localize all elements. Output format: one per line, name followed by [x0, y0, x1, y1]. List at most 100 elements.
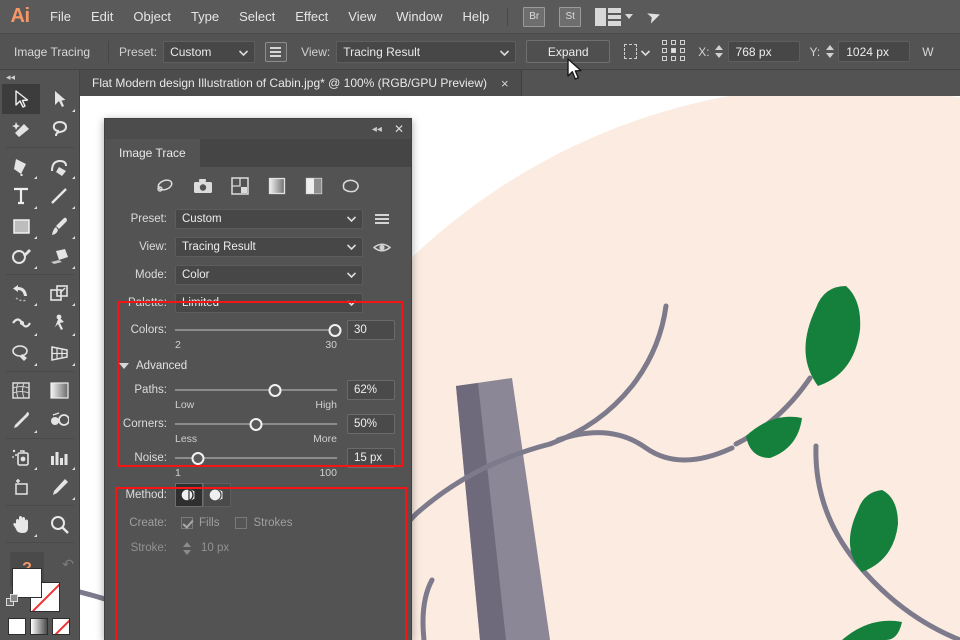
perspective-grid-tool[interactable]: [40, 338, 78, 368]
mesh-tool[interactable]: [2, 375, 40, 405]
triangle-down-icon: [119, 363, 129, 369]
chevron-down-icon[interactable]: [625, 14, 633, 19]
grayscale-icon[interactable]: [267, 176, 287, 196]
panel-body: Preset: Custom View: Tracing Result: [105, 205, 411, 561]
menu-item-type[interactable]: Type: [181, 0, 229, 34]
magic-wand-tool[interactable]: [2, 114, 40, 144]
y-input[interactable]: 1024 px: [838, 41, 910, 62]
menu-item-file[interactable]: File: [40, 0, 81, 34]
menu-item-view[interactable]: View: [338, 0, 386, 34]
free-transform-tool[interactable]: [40, 308, 78, 338]
reference-point-icon[interactable]: [662, 40, 688, 64]
close-panel-icon[interactable]: ✕: [394, 122, 404, 136]
menu-item-effect[interactable]: Effect: [285, 0, 338, 34]
stock-button[interactable]: St: [559, 7, 581, 27]
blend-tool[interactable]: [40, 405, 78, 435]
corners-value-input[interactable]: 50%: [347, 414, 395, 434]
line-segment-tool[interactable]: [40, 181, 78, 211]
colors-slider-track[interactable]: [175, 322, 337, 338]
shape-builder-tool[interactable]: [2, 338, 40, 368]
noise-min-label: 1: [175, 467, 181, 479]
corners-slider-track[interactable]: [175, 416, 337, 432]
noise-slider-knob[interactable]: [191, 452, 204, 465]
gradient-tool[interactable]: [40, 375, 78, 405]
advanced-section-header[interactable]: Advanced: [105, 355, 411, 377]
type-tool[interactable]: [2, 181, 40, 211]
width-tool[interactable]: [2, 308, 40, 338]
abutting-method-icon[interactable]: [175, 483, 203, 507]
tab-image-trace[interactable]: Image Trace: [105, 139, 200, 167]
panel-mode-dropdown[interactable]: Color: [175, 265, 363, 285]
selection-tool[interactable]: [2, 84, 40, 114]
preset-dropdown[interactable]: Custom: [163, 41, 255, 63]
collapse-panel-icon[interactable]: ◂◂: [372, 124, 382, 135]
y-stepper[interactable]: [824, 42, 835, 62]
strokes-checkbox[interactable]: [235, 517, 247, 529]
arrange-documents-icon[interactable]: [595, 8, 621, 26]
stroke-stepper[interactable]: [181, 538, 192, 558]
corners-slider-knob[interactable]: [250, 418, 263, 431]
paintbrush-tool[interactable]: [40, 211, 78, 241]
paths-value-input[interactable]: 62%: [347, 380, 395, 400]
default-fill-stroke-icon[interactable]: [6, 594, 20, 608]
document-tab[interactable]: Flat Modern design Illustration of Cabin…: [80, 70, 522, 96]
x-stepper[interactable]: [714, 42, 725, 62]
paths-slider-knob[interactable]: [269, 384, 282, 397]
zoom-tool[interactable]: [40, 509, 78, 539]
menu-bar: Ai File Edit Object Type Select Effect V…: [0, 0, 960, 34]
eyedropper-tool[interactable]: [2, 405, 40, 435]
fills-checkbox[interactable]: [181, 517, 193, 529]
column-graph-tool[interactable]: [40, 442, 78, 472]
color-swatch-button[interactable]: [8, 618, 26, 635]
symbol-sprayer-tool[interactable]: [2, 442, 40, 472]
noise-value-input[interactable]: 15 px: [347, 448, 395, 468]
toolbar-grip[interactable]: ◂◂: [0, 70, 79, 84]
colors-value-input[interactable]: 30: [347, 320, 395, 340]
shaper-tool[interactable]: [2, 241, 40, 271]
slice-tool[interactable]: [40, 472, 78, 502]
menu-item-edit[interactable]: Edit: [81, 0, 123, 34]
scale-tool[interactable]: [40, 278, 78, 308]
curvature-tool[interactable]: [40, 151, 78, 181]
black-and-white-icon[interactable]: [304, 176, 324, 196]
outline-icon[interactable]: [341, 176, 361, 196]
noise-slider-track[interactable]: [175, 450, 337, 466]
stroke-value[interactable]: 10 px: [201, 542, 229, 554]
artboard-tool[interactable]: [2, 472, 40, 502]
low-color-icon[interactable]: [230, 176, 250, 196]
preset-menu-icon[interactable]: [369, 214, 395, 224]
transform-bounds-icon[interactable]: [624, 41, 650, 63]
high-color-icon[interactable]: [193, 176, 213, 196]
panel-palette-label: Palette:: [119, 297, 175, 309]
default-colors-icon[interactable]: ↶: [62, 556, 74, 573]
menu-item-help[interactable]: Help: [452, 0, 499, 34]
colors-slider-knob[interactable]: [329, 324, 342, 337]
lasso-tool[interactable]: [40, 114, 78, 144]
trace-panel-icon[interactable]: [265, 42, 287, 62]
menu-item-select[interactable]: Select: [229, 0, 285, 34]
menu-item-window[interactable]: Window: [386, 0, 452, 34]
view-dropdown[interactable]: Tracing Result: [336, 41, 516, 63]
close-icon[interactable]: ×: [501, 76, 509, 91]
auto-color-icon[interactable]: [156, 176, 176, 196]
pen-tool[interactable]: [2, 151, 40, 181]
bridge-button[interactable]: Br: [523, 7, 545, 27]
stroke-row: Stroke: 10 px: [105, 535, 411, 561]
eraser-tool[interactable]: [40, 241, 78, 271]
rotate-tool[interactable]: [2, 278, 40, 308]
paths-slider-track[interactable]: [175, 382, 337, 398]
rectangle-tool[interactable]: [2, 211, 40, 241]
w-label: W: [922, 45, 933, 59]
preview-eye-icon[interactable]: [369, 242, 395, 253]
gradient-swatch-button[interactable]: [30, 618, 48, 635]
direct-selection-tool[interactable]: [40, 84, 78, 114]
none-swatch-button[interactable]: [52, 618, 70, 635]
hand-tool[interactable]: [2, 509, 40, 539]
x-input[interactable]: 768 px: [728, 41, 800, 62]
panel-palette-dropdown[interactable]: Limited: [175, 293, 363, 313]
rocket-icon[interactable]: ➤: [644, 5, 664, 29]
panel-view-dropdown[interactable]: Tracing Result: [175, 237, 363, 257]
overlapping-method-icon[interactable]: [203, 483, 231, 507]
menu-item-object[interactable]: Object: [123, 0, 181, 34]
panel-preset-dropdown[interactable]: Custom: [175, 209, 363, 229]
